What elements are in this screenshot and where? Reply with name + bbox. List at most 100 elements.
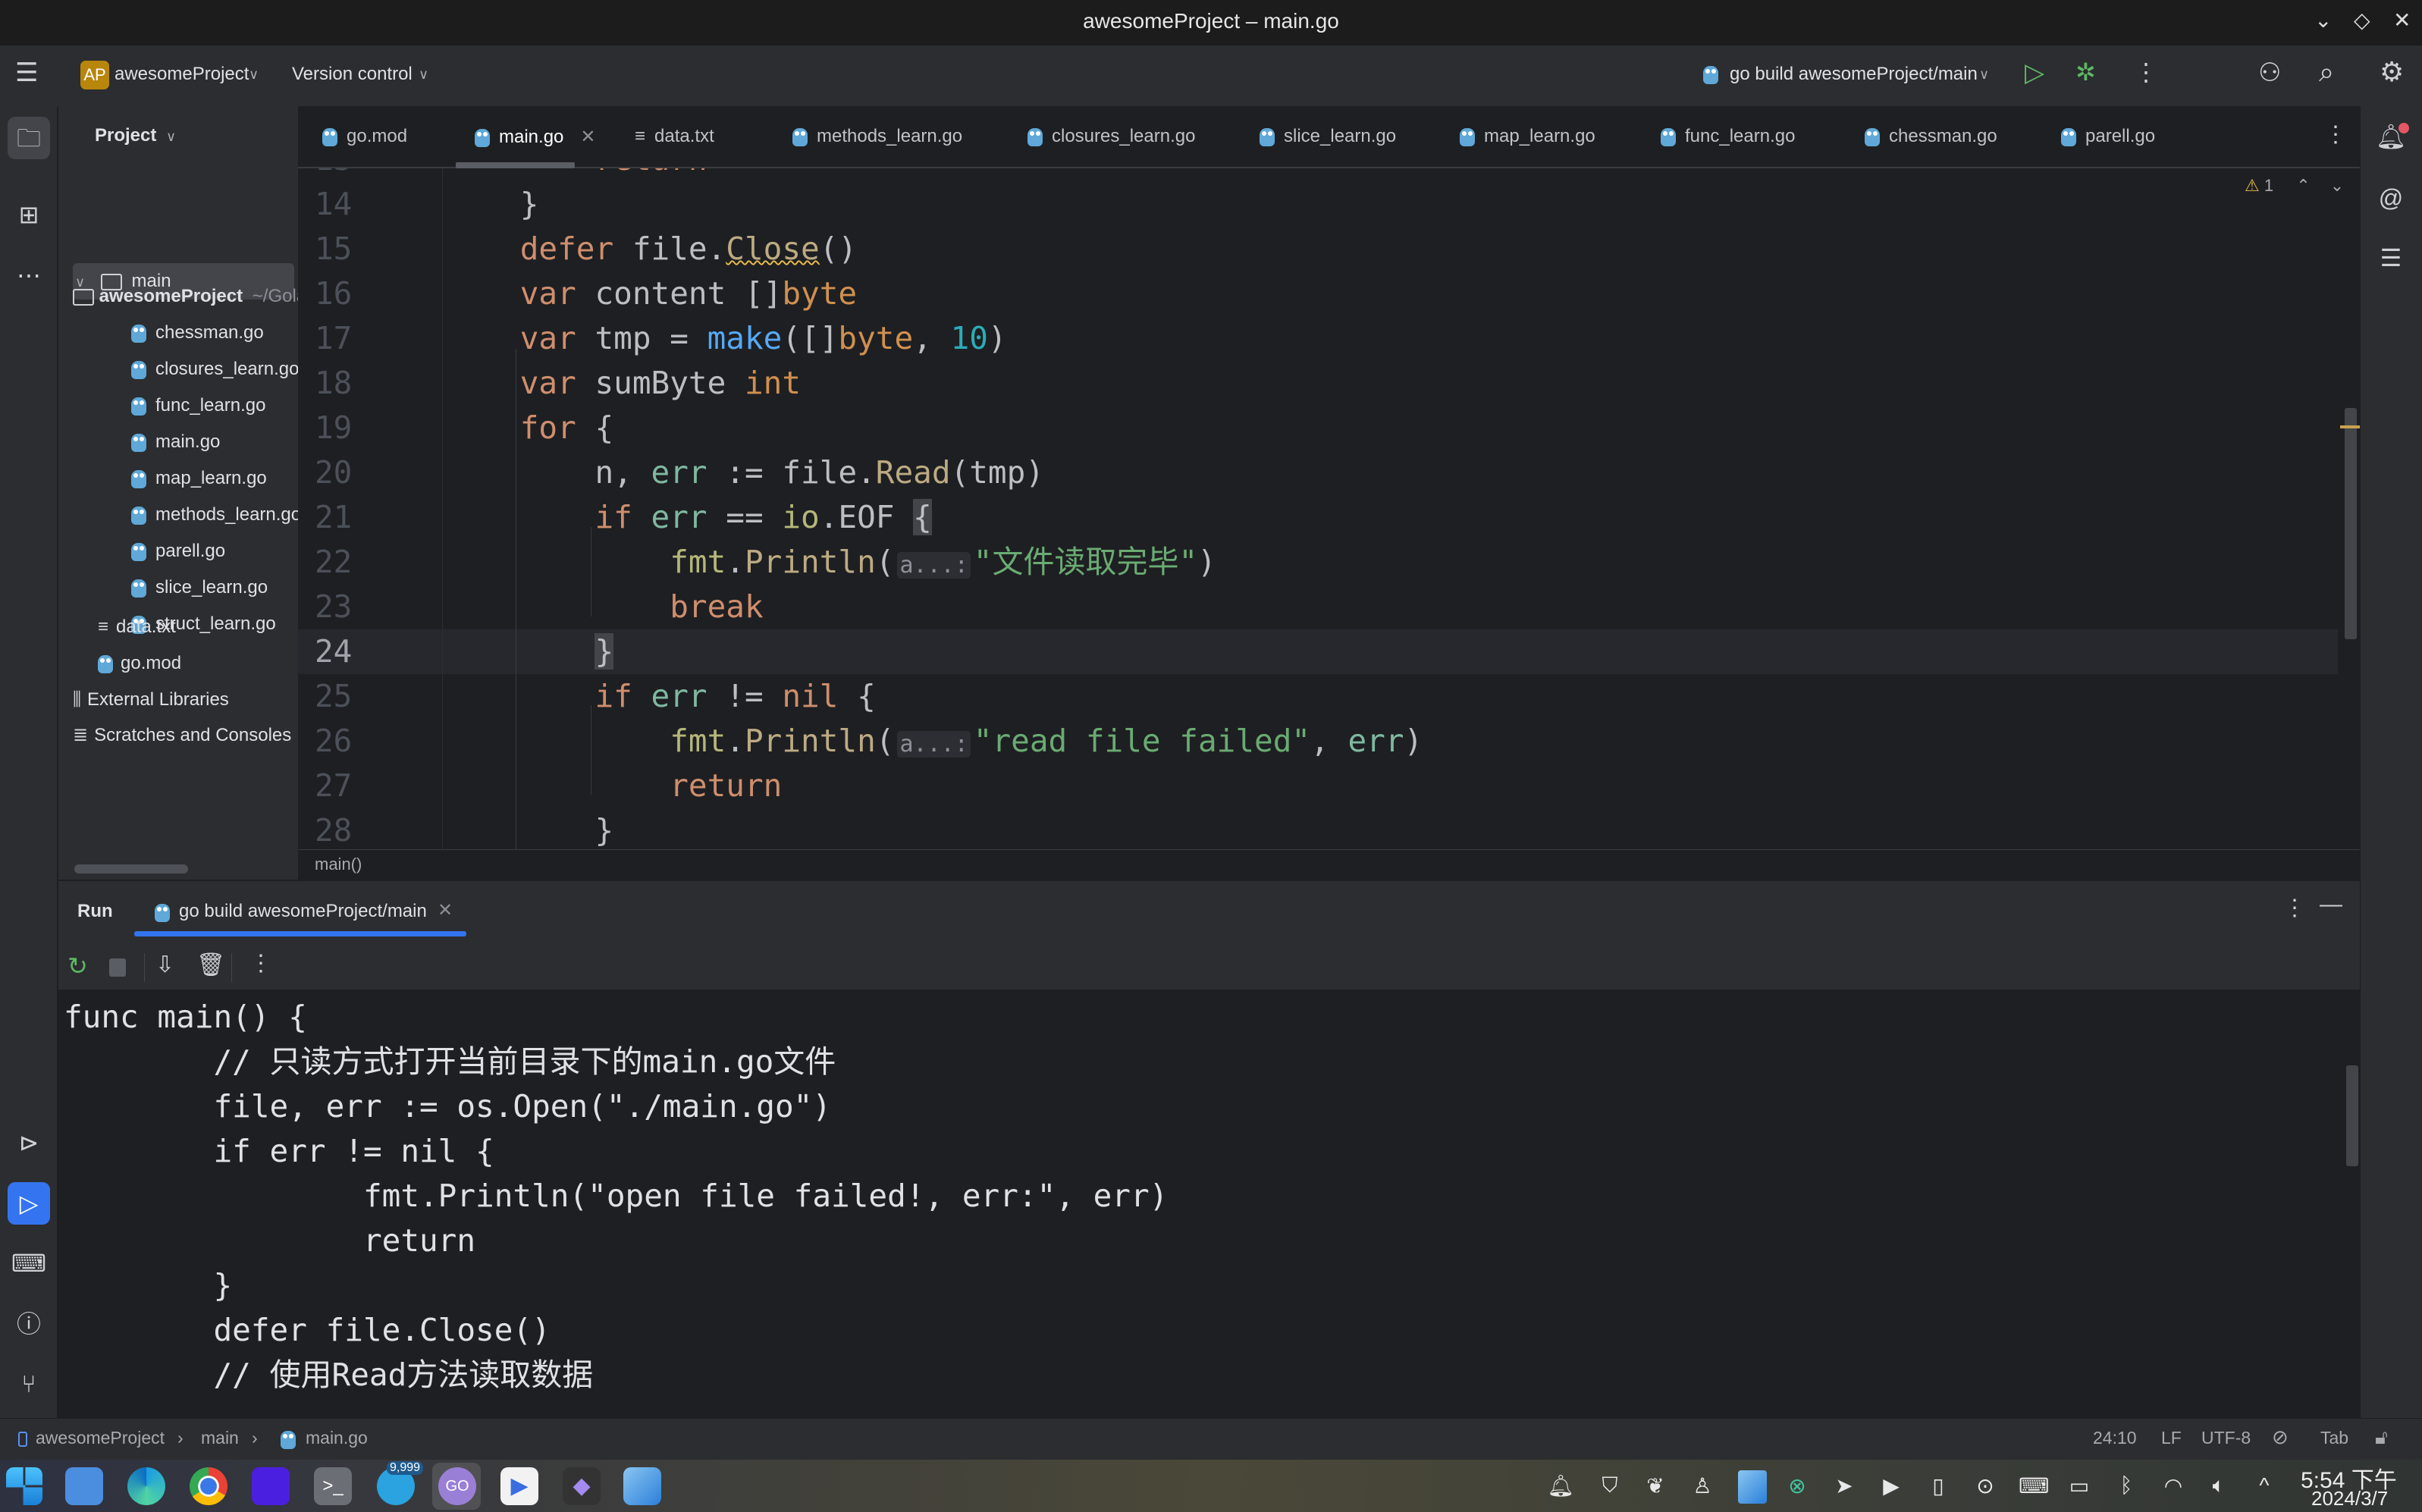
code-line[interactable]: 20 n, err := file.Read(tmp) bbox=[298, 450, 2338, 495]
tree-item-file[interactable]: methods_learn.go bbox=[131, 497, 298, 533]
close-tab-icon[interactable]: ✕ bbox=[580, 127, 595, 147]
tree-scratches[interactable]: ≣ Scratches and Consoles bbox=[73, 717, 291, 754]
breadcrumb-folder[interactable]: main bbox=[201, 1428, 239, 1448]
scroll-to-end-icon[interactable]: ⇩ bbox=[155, 952, 174, 978]
tray-expand-icon[interactable]: ^ bbox=[2251, 1473, 2278, 1498]
editor-tab[interactable]: slice_learn.go bbox=[1260, 126, 1396, 147]
next-highlight-icon[interactable]: ⌄ bbox=[2330, 176, 2344, 195]
editor-tab[interactable]: ≡ data.txt bbox=[635, 126, 714, 147]
tray-keyboard-icon[interactable]: ⌨ bbox=[2019, 1473, 2049, 1498]
run-tool-icon[interactable]: ▷ bbox=[8, 1182, 50, 1225]
media-player-icon[interactable]: ▶ bbox=[500, 1467, 538, 1505]
tree-item-file[interactable]: chessman.go bbox=[131, 315, 264, 351]
tray-volume-icon[interactable]: 🔈︎ bbox=[2205, 1473, 2232, 1498]
chevron-down-icon[interactable]: ∨ bbox=[249, 67, 259, 83]
run-options-icon[interactable]: ⋮ bbox=[2283, 895, 2306, 921]
close-run-tab-icon[interactable]: ✕ bbox=[438, 899, 453, 921]
more-tools-icon[interactable]: ⋯ bbox=[8, 254, 50, 296]
edge-browser-icon[interactable] bbox=[127, 1467, 165, 1505]
code-line[interactable]: 19 for { bbox=[298, 406, 2338, 450]
breadcrumb-project[interactable]: awesomeProject bbox=[36, 1428, 165, 1448]
editor-tab[interactable]: func_learn.go bbox=[1661, 126, 1795, 147]
inspection-widget[interactable]: ⚠ 1 ⌃ ⌄ bbox=[2245, 176, 2344, 196]
editor-tab[interactable]: main.go ✕ bbox=[475, 126, 596, 148]
code-line[interactable]: 18 var sumByte int bbox=[298, 361, 2338, 406]
editor-tab[interactable]: parell.go bbox=[2061, 126, 2155, 147]
wallpaper-app-icon[interactable] bbox=[623, 1467, 661, 1505]
maximize-icon[interactable]: ◇ bbox=[2354, 8, 2370, 33]
code-line[interactable]: 25 if err != nil { bbox=[298, 674, 2338, 719]
terminal-app-icon[interactable]: >_ bbox=[314, 1467, 352, 1505]
services-icon[interactable]: ⊳ bbox=[8, 1121, 50, 1164]
editor-scrollbar[interactable] bbox=[2345, 408, 2357, 639]
tree-external-libraries[interactable]: ⫼ External Libraries bbox=[73, 682, 229, 718]
run-tab[interactable]: go build awesomeProject/main bbox=[179, 901, 427, 922]
more-icon[interactable]: ⋮ bbox=[249, 950, 272, 977]
project-selector[interactable]: awesomeProject bbox=[115, 64, 249, 85]
run-icon[interactable]: ▷ bbox=[2025, 58, 2044, 88]
tray-bluetooth-icon[interactable]: ᛒ bbox=[2113, 1473, 2140, 1498]
function-breadcrumb[interactable]: main() bbox=[315, 855, 362, 874]
chrome-browser-icon[interactable] bbox=[190, 1467, 227, 1505]
rerun-icon[interactable]: ↻ bbox=[67, 952, 88, 980]
unlock-icon[interactable]: 🔓︎ bbox=[2375, 1426, 2388, 1450]
tray-clipboard-icon[interactable]: ▯ bbox=[1925, 1473, 1952, 1498]
tree-item-data-txt[interactable]: ≡ data.txt bbox=[98, 609, 176, 645]
hide-panel-icon[interactable]: — bbox=[2320, 892, 2342, 918]
code-editor[interactable]: 13 return14 }15 defer file.Close()16 var… bbox=[298, 168, 2360, 849]
stop-icon[interactable] bbox=[109, 958, 126, 977]
tabs-more-icon[interactable]: ⋮ bbox=[2324, 121, 2347, 148]
problems-icon[interactable]: ⓘ bbox=[8, 1303, 50, 1345]
run-output-console[interactable]: func main() { // 只读方式打开当前目录下的main.go文件 f… bbox=[58, 990, 2360, 1418]
tray-media-icon[interactable]: ▶ bbox=[1878, 1473, 1905, 1498]
code-line[interactable]: 24 } bbox=[298, 629, 2338, 674]
chevron-down-icon[interactable]: ∨ bbox=[166, 129, 176, 145]
code-line[interactable]: 26 fmt.Println(a...: "read file failed", … bbox=[298, 719, 2338, 764]
previous-highlight-icon[interactable]: ⌃ bbox=[2296, 176, 2310, 195]
tray-wifi-icon[interactable]: ◠ bbox=[2160, 1473, 2187, 1498]
main-menu-icon[interactable]: ☰ bbox=[15, 58, 38, 88]
editor-tab[interactable]: chessman.go bbox=[1865, 126, 1997, 147]
tree-item-file[interactable]: map_learn.go bbox=[131, 460, 267, 497]
debug-icon[interactable]: ✲ bbox=[2075, 58, 2096, 86]
version-control-menu[interactable]: Version control bbox=[292, 64, 413, 85]
run-config-selector[interactable]: go build awesomeProject/main bbox=[1730, 64, 1978, 85]
code-line[interactable]: 13 return bbox=[298, 168, 2338, 182]
tree-folder-main[interactable]: ∨ main bbox=[75, 263, 171, 300]
editor-tab[interactable]: closures_learn.go bbox=[1027, 126, 1195, 147]
line-separator[interactable]: LF bbox=[2161, 1428, 2182, 1448]
terminal-icon[interactable]: ⌨ bbox=[8, 1242, 50, 1285]
add-user-icon[interactable]: ⚇ bbox=[2258, 58, 2281, 88]
tree-item-file[interactable]: slice_learn.go bbox=[131, 569, 268, 606]
tray-app-icon[interactable]: ♙ bbox=[1689, 1473, 1716, 1498]
obsidian-app-icon[interactable]: ◆ bbox=[563, 1467, 601, 1505]
app-icon[interactable] bbox=[252, 1467, 290, 1505]
tray-app-icon[interactable]: ❦ bbox=[1642, 1473, 1669, 1498]
tray-security-icon[interactable]: ⛉ bbox=[1596, 1473, 1624, 1498]
tray-notification-icon[interactable]: 🔔︎ bbox=[1547, 1473, 1574, 1498]
chevron-down-icon[interactable]: ∨ bbox=[1979, 67, 1989, 83]
notifications-bell-icon[interactable]: 🔔︎ bbox=[2370, 115, 2412, 158]
close-window-icon[interactable]: ✕ bbox=[2393, 8, 2411, 33]
minimize-icon[interactable]: ⌄ bbox=[2314, 8, 2332, 33]
ai-disabled-icon[interactable]: ⊘ bbox=[2272, 1426, 2289, 1449]
code-line[interactable]: 15 defer file.Close() bbox=[298, 227, 2338, 271]
code-line[interactable]: 14 } bbox=[298, 182, 2338, 227]
warning-stripe-marker[interactable] bbox=[2340, 425, 2360, 428]
tray-battery-icon[interactable]: ▭ bbox=[2066, 1473, 2093, 1498]
tree-item-go-mod[interactable]: go.mod bbox=[98, 645, 181, 682]
project-badge[interactable]: AP bbox=[80, 61, 109, 89]
caret-position[interactable]: 24:10 bbox=[2093, 1428, 2137, 1448]
structure-icon[interactable]: ⊞ bbox=[8, 193, 50, 236]
output-scrollbar[interactable] bbox=[2346, 1065, 2358, 1166]
tray-player-icon[interactable]: ⊙ bbox=[1972, 1473, 1999, 1498]
git-icon[interactable]: ⑂ bbox=[8, 1363, 50, 1405]
tray-app-icon[interactable]: ⊗ bbox=[1784, 1473, 1811, 1498]
horizontal-scrollbar[interactable] bbox=[74, 864, 188, 874]
editor-tab[interactable]: map_learn.go bbox=[1460, 126, 1595, 147]
code-line[interactable]: 27 return bbox=[298, 764, 2338, 808]
code-line[interactable]: 17 var tmp = make([]byte, 10) bbox=[298, 316, 2338, 361]
goland-app-icon[interactable]: GO bbox=[438, 1467, 476, 1505]
code-line[interactable]: 16 var content []byte bbox=[298, 271, 2338, 316]
tree-item-file[interactable]: func_learn.go bbox=[131, 387, 265, 424]
